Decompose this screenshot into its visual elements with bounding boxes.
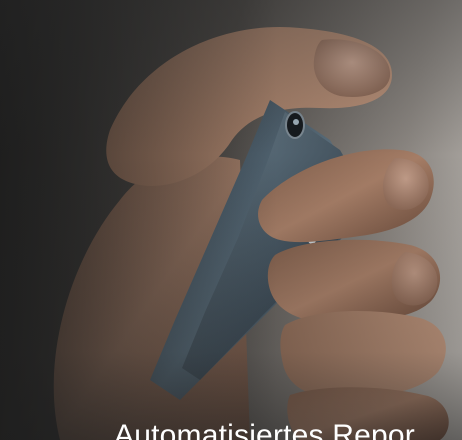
hero-banner: Automatisiertes Repor: [0, 0, 462, 440]
ring-finger-shape: [280, 310, 446, 398]
hero-caption: Automatisiertes Repor: [114, 419, 415, 440]
camera-lens: [285, 111, 305, 139]
hand-holding-phone-icon: [53, 26, 449, 440]
thumb-nail-shape: [313, 39, 391, 97]
